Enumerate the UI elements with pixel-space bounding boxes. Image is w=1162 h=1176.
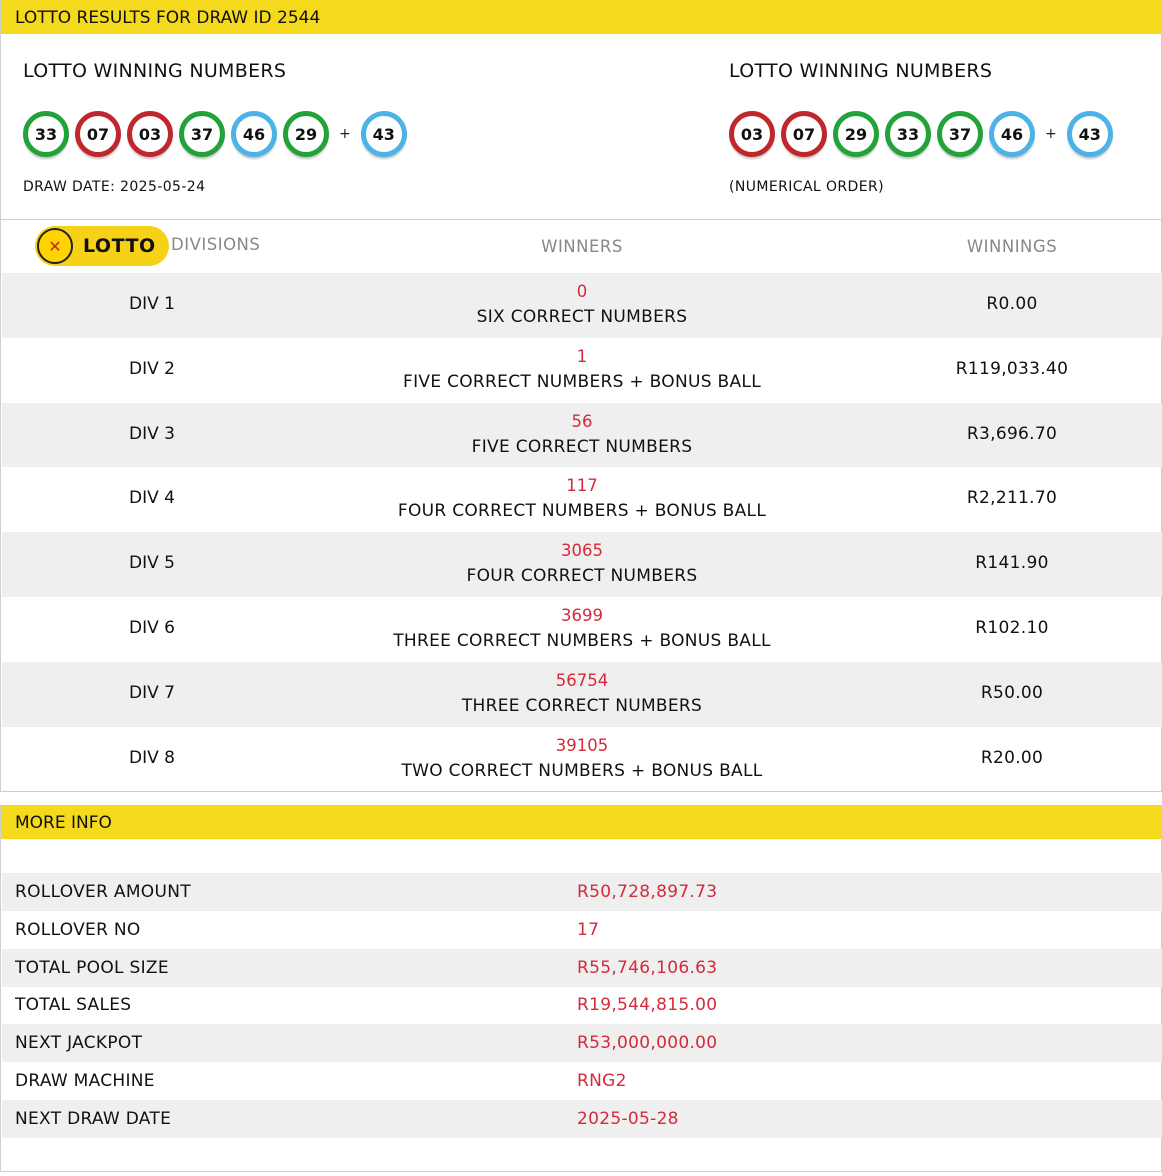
table-row: DIV 6 3699 THREE CORRECT NUMBERS + BONUS… <box>2 597 1162 662</box>
winning-numbers-title: LOTTO WINNING NUMBERS <box>729 60 993 82</box>
info-label: ROLLOVER NO <box>15 919 141 940</box>
bonus-ball: 43 <box>360 111 407 157</box>
more-info-panel: MORE INFO ROLLOVER AMOUNT R50,728,897.73… <box>0 805 1162 1172</box>
draw-date: DRAW DATE: 2025-05-24 <box>23 179 206 195</box>
table-row: DIV 4 117 FOUR CORRECT NUMBERS + BONUS B… <box>2 467 1162 532</box>
lotto-ball: 03 <box>729 111 775 157</box>
lotto-ball: 03 <box>127 111 173 157</box>
info-row: DRAW MACHINE RNG2 <box>2 1062 1162 1100</box>
winning-numbers-title: LOTTO WINNING NUMBERS <box>23 60 287 82</box>
numerical-order-note: (NUMERICAL ORDER) <box>729 179 884 195</box>
more-info-header: MORE INFO <box>1 805 1161 839</box>
info-label: DRAW MACHINE <box>15 1071 155 1092</box>
winnings-amount: R119,033.40 <box>955 358 1069 379</box>
bonus-ball: 43 <box>1066 111 1113 157</box>
table-row: DIV 8 39105 TWO CORRECT NUMBERS + BONUS … <box>2 727 1162 792</box>
info-value: R50,728,897.73 <box>577 881 718 902</box>
table-row: DIV 1 0 SIX CORRECT NUMBERS R0.00 <box>2 273 1162 338</box>
lotto-ball: 33 <box>885 111 931 157</box>
info-row: NEXT DRAW DATE 2025-05-28 <box>2 1100 1162 1138</box>
table-row: DIV 2 1 FIVE CORRECT NUMBERS + BONUS BAL… <box>2 338 1162 403</box>
winnings-amount: R20.00 <box>980 747 1044 768</box>
info-value: R53,000,000.00 <box>577 1033 718 1054</box>
info-row: TOTAL POOL SIZE R55,746,106.63 <box>2 948 1162 987</box>
info-value: R19,544,815.00 <box>577 995 718 1016</box>
ball-row: 03 07 29 33 37 46 + 43 <box>729 110 1119 158</box>
ball-row: 33 07 03 37 46 29 + 43 <box>23 110 413 158</box>
plus-sign: + <box>1045 126 1057 142</box>
info-label: NEXT DRAW DATE <box>15 1108 172 1129</box>
lotto-ball: 37 <box>937 111 983 157</box>
plus-sign: + <box>339 126 351 142</box>
winnings-amount: R141.90 <box>975 553 1049 574</box>
winnings-amount: R102.10 <box>975 617 1049 638</box>
info-value: 17 <box>577 919 600 940</box>
winning-numbers-numerical-order: LOTTO WINNING NUMBERS 03 07 29 33 37 46 … <box>729 58 1119 195</box>
info-label: ROLLOVER AMOUNT <box>15 881 191 902</box>
lotto-ball: 29 <box>283 111 329 157</box>
more-info-table: ROLLOVER AMOUNT R50,728,897.73 ROLLOVER … <box>2 873 1162 1138</box>
lotto-ball: 07 <box>781 111 827 157</box>
lotto-ball: 37 <box>179 111 225 157</box>
lotto-ball: 46 <box>231 111 277 157</box>
results-panel: LOTTO RESULTS FOR DRAW ID 2544 LOTTO WIN… <box>0 0 1162 792</box>
column-header-winnings: WINNINGS <box>966 237 1058 256</box>
info-value: RNG2 <box>577 1071 627 1092</box>
info-label: TOTAL SALES <box>15 995 132 1016</box>
info-value: R55,746,106.63 <box>577 957 718 978</box>
info-row: ROLLOVER NO 17 <box>2 911 1162 949</box>
info-row: TOTAL SALES R19,544,815.00 <box>2 987 1162 1025</box>
winnings-amount: R3,696.70 <box>966 423 1058 444</box>
winnings-amount: R0.00 <box>986 294 1038 314</box>
info-value: 2025-05-28 <box>577 1108 679 1129</box>
lotto-ball: 33 <box>23 111 69 157</box>
info-label: NEXT JACKPOT <box>15 1033 143 1054</box>
divisions-table: DIV 1 0 SIX CORRECT NUMBERS R0.00 DIV 2 … <box>2 273 1162 791</box>
lotto-ball: 29 <box>833 111 879 157</box>
winnings-amount: R50.00 <box>980 682 1044 703</box>
results-header: LOTTO RESULTS FOR DRAW ID 2544 <box>1 0 1161 34</box>
lotto-ball: 07 <box>75 111 121 157</box>
winnings-amount: R2,211.70 <box>966 488 1058 509</box>
table-row: DIV 3 56 FIVE CORRECT NUMBERS R3,696.70 <box>2 402 1162 468</box>
info-row: ROLLOVER AMOUNT R50,728,897.73 <box>2 873 1162 911</box>
table-row: DIV 5 3065 FOUR CORRECT NUMBERS R141.90 <box>2 532 1162 597</box>
info-label: TOTAL POOL SIZE <box>15 957 169 978</box>
divider <box>1 219 1161 220</box>
info-row: NEXT JACKPOT R53,000,000.00 <box>2 1024 1162 1063</box>
table-row: DIV 7 56754 THREE CORRECT NUMBERS R50.00 <box>2 661 1162 727</box>
lotto-ball: 46 <box>989 111 1035 157</box>
winning-numbers-draw-order: LOTTO WINNING NUMBERS 33 07 03 37 46 29 … <box>23 58 413 195</box>
